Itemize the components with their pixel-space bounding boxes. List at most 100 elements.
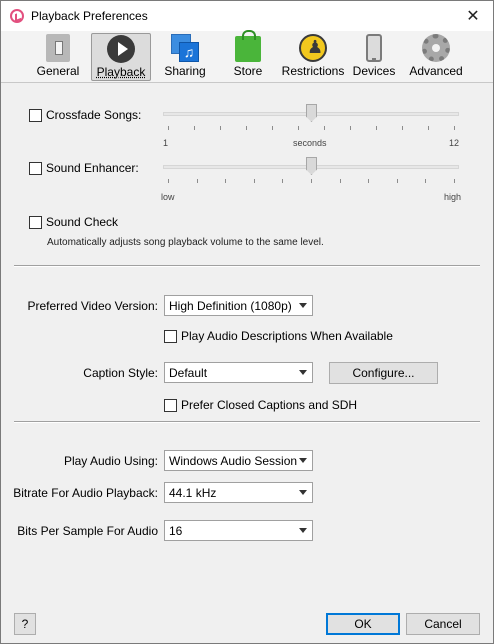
closed-captions-checkbox[interactable]: Prefer Closed Captions and SDH [164,398,357,412]
slider-tick [298,126,299,130]
caption-style-value: Default [169,366,208,380]
crossfade-slider[interactable] [163,104,459,124]
slider-tick [425,179,426,183]
slider-tick [402,126,403,130]
sound-enhancer-label: Sound Enhancer: [46,161,139,175]
caption-style-select[interactable]: Default [164,362,313,383]
help-button[interactable]: ? [14,613,36,635]
section-divider [14,265,480,267]
close-button[interactable]: ✕ [453,1,493,31]
dialog-footer: ? OK Cancel [1,604,493,644]
crossfade-min-label: 1 [163,138,169,148]
tab-playback[interactable]: Playback [91,33,151,81]
crossfade-slider-thumb[interactable] [306,104,317,122]
slider-tick [194,126,195,130]
crossfade-label: Crossfade Songs: [46,108,142,122]
slider-tick [168,126,169,130]
audio-descriptions-checkbox[interactable]: Play Audio Descriptions When Available [164,329,393,343]
slider-tick [428,126,429,130]
title-bar: Playback Preferences ✕ [1,1,493,31]
chevron-down-icon [299,528,307,533]
tab-restrictions-label: Restrictions [281,64,345,78]
tab-store-label: Store [233,64,263,78]
play-audio-using-label: Play Audio Using: [63,454,158,468]
slider-tick [197,179,198,183]
chevron-down-icon [299,458,307,463]
slider-tick [454,126,455,130]
section-divider [14,421,480,423]
closed-captions-label: Prefer Closed Captions and SDH [181,398,358,412]
cancel-button[interactable]: Cancel [406,613,480,635]
tab-advanced-label: Advanced [409,64,463,78]
crossfade-ticks [168,126,455,132]
sound-check-description: Automatically adjusts song playback volu… [47,237,324,248]
playback-panel: Crossfade Songs: 1 seconds 12 Sound Enha… [1,84,493,604]
slider-tick [324,126,325,130]
slider-tick [168,179,169,183]
sound-enhancer-checkbox[interactable]: Sound Enhancer: [29,161,139,175]
slider-tick [368,179,369,183]
slider-tick [397,179,398,183]
tab-store[interactable]: Store [218,30,278,81]
play-audio-using-select[interactable]: Windows Audio Session [164,450,313,471]
tab-advanced[interactable]: Advanced [406,33,466,81]
sound-enhancer-slider-thumb[interactable] [306,157,317,175]
slider-tick [376,126,377,130]
tab-general-label: General [36,64,80,78]
slider-tick [254,179,255,183]
sound-enhancer-checkbox-box[interactable] [29,161,42,175]
tab-sharing[interactable]: ♫ Sharing [155,33,215,81]
preferred-video-label: Preferred Video Version: [27,299,158,313]
tab-general[interactable]: General [28,33,88,81]
play-icon [107,35,135,63]
chevron-down-icon [299,370,307,375]
sound-check-checkbox[interactable]: Sound Check [29,215,118,229]
slider-tick [454,179,455,183]
crossfade-unit-label: seconds [293,138,327,148]
general-switch-icon [46,34,70,62]
slider-tick [225,179,226,183]
crossfade-max-label: 12 [449,138,460,148]
closed-captions-checkbox-box[interactable] [164,398,177,412]
sharing-music-icon: ♫ [171,34,199,62]
itunes-icon [10,9,24,23]
preferences-toolbar: General Playback ♫ Sharing Store Restric… [1,30,493,83]
window-title: Playback Preferences [31,9,148,23]
tab-sharing-label: Sharing [164,64,206,78]
slider-tick [350,126,351,130]
bits-per-sample-select[interactable]: 16 [164,520,313,541]
tab-playback-label: Playback [96,65,146,79]
audio-descriptions-checkbox-box[interactable] [164,329,177,343]
sound-enhancer-ticks [168,179,455,185]
store-bag-icon [235,30,261,62]
crossfade-checkbox-box[interactable] [29,108,42,122]
sound-check-checkbox-box[interactable] [29,215,42,229]
sound-enhancer-max-label: high [444,192,462,202]
gear-icon [422,34,450,62]
bitrate-select[interactable]: 44.1 kHz [164,482,313,503]
bitrate-label: Bitrate For Audio Playback: [13,486,158,500]
audio-descriptions-label: Play Audio Descriptions When Available [181,329,393,343]
bits-per-sample-value: 16 [169,524,183,538]
preferred-video-select[interactable]: High Definition (1080p) [164,295,313,316]
sound-enhancer-min-label: low [161,192,175,202]
slider-tick [220,126,221,130]
slider-tick [311,179,312,183]
preferred-video-value: High Definition (1080p) [169,299,292,313]
tab-restrictions[interactable]: Restrictions [280,33,346,81]
bitrate-value: 44.1 kHz [169,486,217,500]
play-audio-using-value: Windows Audio Session [169,454,298,468]
sound-check-label: Sound Check [46,215,119,229]
crossfade-checkbox[interactable]: Crossfade Songs: [29,108,141,122]
ok-button[interactable]: OK [326,613,400,635]
tab-devices[interactable]: Devices [344,33,404,81]
slider-tick [246,126,247,130]
preferences-window: Playback Preferences ✕ General Playback … [0,0,494,644]
bits-per-sample-label: Bits Per Sample For Audio [17,524,158,538]
sound-enhancer-slider[interactable] [163,157,459,177]
configure-button[interactable]: Configure... [329,362,438,384]
slider-tick [272,126,273,130]
tab-devices-label: Devices [352,64,396,78]
chevron-down-icon [299,303,307,308]
chevron-down-icon [299,490,307,495]
